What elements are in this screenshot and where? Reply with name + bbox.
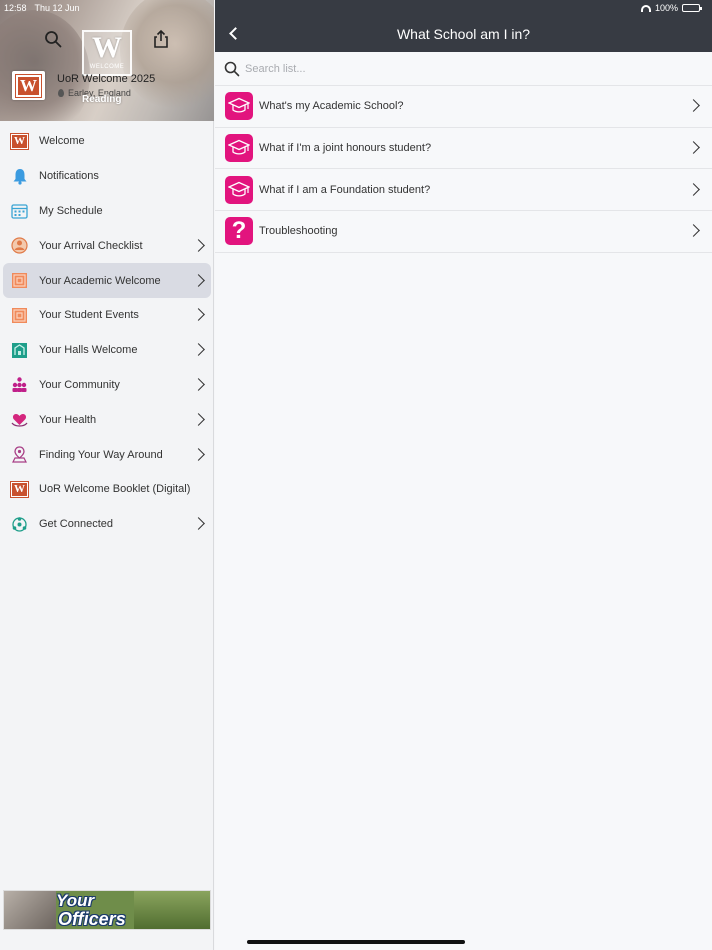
sidebar-item-arrival-checklist[interactable]: Your Arrival Checklist (0, 228, 214, 263)
sidebar-item-label: Your Health (39, 413, 97, 426)
chevron-right-icon (687, 141, 700, 154)
home-indicator[interactable] (247, 940, 465, 944)
app-logo-letter: W (15, 73, 42, 98)
status-bar-right: 100% (640, 3, 702, 13)
mortarboard-icon (225, 92, 253, 121)
search-input[interactable] (245, 60, 645, 78)
map-icon (11, 446, 28, 463)
sidebar-item-welcome[interactable]: W Welcome (0, 124, 214, 159)
sidebar-item-label: Finding Your Way Around (39, 448, 163, 461)
university-reading-logo: Reading (82, 94, 122, 105)
question-icon: ? (225, 217, 253, 246)
banner-photo-group (134, 891, 210, 929)
search-icon[interactable] (44, 30, 62, 48)
mortarboard-icon (225, 134, 253, 163)
sidebar-item-community[interactable]: Your Community (0, 368, 214, 403)
chevron-right-icon (192, 343, 205, 357)
banner-text: Your Officers (56, 891, 126, 929)
share-icon[interactable] (152, 29, 170, 49)
search-bar (215, 52, 712, 86)
question-glyph: ? (231, 217, 247, 245)
list-item-label: What if I am a Foundation student? (259, 183, 431, 196)
bell-icon (11, 168, 28, 185)
community-icon (11, 376, 28, 393)
app-title: UoR Welcome 2025 (57, 73, 156, 85)
sidebar-item-label: Your Student Events (39, 309, 139, 322)
banner-photo-left (4, 891, 56, 929)
list-item-joint-honours[interactable]: What if I'm a joint honours student? (215, 128, 712, 170)
sidebar-item-get-connected[interactable]: Get Connected (0, 507, 214, 542)
sidebar-item-halls-welcome[interactable]: Your Halls Welcome (0, 333, 214, 368)
list-item-troubleshooting[interactable]: ? Troubleshooting (215, 211, 712, 253)
badge-text: WELCOME (89, 64, 125, 70)
chevron-right-icon (192, 412, 205, 426)
network-icon (11, 516, 28, 533)
status-bar-left: 12:58 Thu 12 Jun (4, 3, 80, 13)
app-logo: W (12, 71, 45, 100)
pattern-icon (11, 272, 28, 289)
sidebar-item-health[interactable]: Your Health (0, 402, 214, 437)
pattern-icon (11, 307, 28, 324)
wifi-icon (640, 4, 651, 12)
list-item-academic-school[interactable]: What's my Academic School? (215, 86, 712, 128)
sidebar-item-label: Get Connected (39, 518, 113, 531)
page-title: What School am I in? (396, 26, 531, 42)
sidebar-item-finding-way[interactable]: Finding Your Way Around (0, 437, 214, 472)
main-content: What School am I in? 100% What's my Acad… (215, 0, 712, 950)
sidebar-item-student-events[interactable]: Your Student Events (0, 298, 214, 333)
crest-icon (11, 237, 28, 254)
list-item-label: What's my Academic School? (259, 100, 404, 113)
sidebar-item-welcome-booklet[interactable]: W UoR Welcome Booklet (Digital) (0, 472, 214, 507)
sidebar-item-notifications[interactable]: Notifications (0, 159, 214, 194)
sidebar-item-label: Your Halls Welcome (39, 344, 138, 357)
sidebar-item-label: Notifications (39, 170, 99, 183)
sidebar-item-label: My Schedule (39, 204, 103, 217)
search-icon (224, 61, 240, 77)
mortarboard-icon (225, 175, 253, 204)
w-logo-icon: W (10, 132, 29, 150)
sidebar-item-label: Your Community (39, 378, 120, 391)
chevron-right-icon (192, 378, 205, 391)
chevron-right-icon (192, 517, 205, 531)
status-time: 12:58 (4, 3, 27, 13)
chevron-right-icon (192, 238, 205, 252)
sidebar-menu: W Welcome Notifications My Schedule Your… (0, 124, 214, 542)
health-icon (11, 411, 28, 428)
list-item-foundation-student[interactable]: What if I am a Foundation student? (215, 169, 712, 212)
chevron-right-icon (687, 182, 700, 196)
your-officers-banner[interactable]: Your Officers (3, 890, 211, 930)
chevron-right-icon (687, 224, 700, 238)
chevron-right-icon (192, 447, 205, 461)
sidebar-header: 12:58 Thu 12 Jun W WELCOME W UoR Welcome… (0, 0, 214, 121)
navigation-bar: What School am I in? 100% (215, 0, 712, 52)
sidebar-item-label: Your Academic Welcome (39, 274, 161, 287)
chevron-right-icon (192, 308, 205, 322)
calendar-icon (11, 202, 28, 219)
banner-line-2: Officers (58, 909, 126, 929)
list-item-label: Troubleshooting (259, 225, 338, 238)
battery-icon (682, 4, 702, 12)
sidebar-item-label: Welcome (39, 135, 85, 148)
school-list: What's my Academic School? What if I'm a… (215, 86, 712, 253)
sidebar-item-my-schedule[interactable]: My Schedule (0, 194, 214, 229)
status-date: Thu 12 Jun (34, 3, 80, 13)
location-pin-icon (58, 89, 64, 97)
sidebar-item-academic-welcome[interactable]: Your Academic Welcome (3, 263, 211, 298)
sidebar-item-label: Your Arrival Checklist (39, 239, 143, 252)
chevron-right-icon (687, 99, 700, 113)
sidebar: 12:58 Thu 12 Jun W WELCOME W UoR Welcome… (0, 0, 214, 950)
w-logo-icon: W (10, 480, 29, 498)
welcome-badge-logo: W WELCOME (82, 30, 132, 76)
chevron-right-icon (192, 273, 205, 287)
list-item-label: What if I'm a joint honours student? (259, 142, 432, 155)
sidebar-item-label: UoR Welcome Booklet (Digital) (39, 483, 191, 496)
banner-line-1: Your (56, 891, 95, 910)
halls-icon (11, 342, 28, 359)
badge-letter: W (92, 31, 122, 64)
battery-percent: 100% (654, 3, 678, 13)
